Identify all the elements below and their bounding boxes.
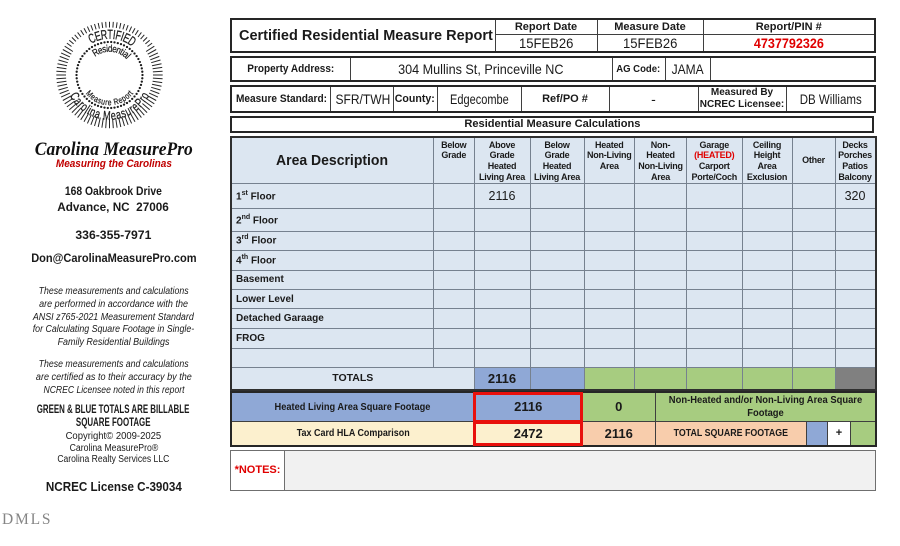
svg-text:e: e [108, 97, 112, 107]
